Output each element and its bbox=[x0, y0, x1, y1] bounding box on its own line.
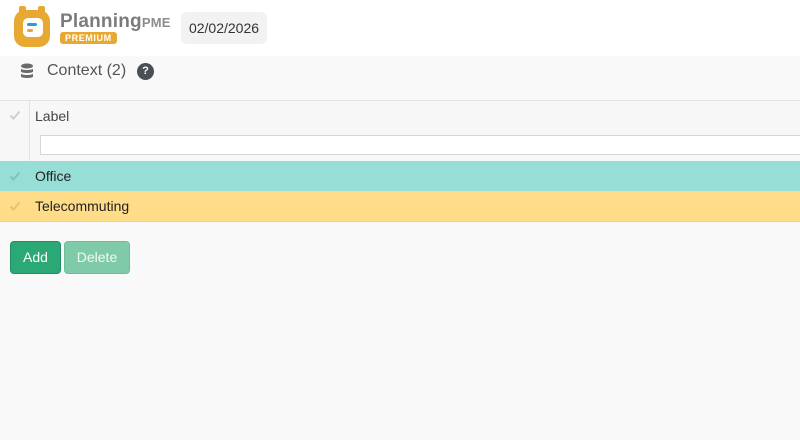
table-row[interactable]: Office bbox=[0, 161, 800, 191]
check-icon bbox=[9, 201, 21, 211]
grid-header: Label bbox=[0, 100, 800, 161]
context-header: Context (2) ? bbox=[0, 56, 800, 100]
row-select-cell[interactable] bbox=[0, 191, 29, 221]
row-label: Telecommuting bbox=[35, 198, 130, 214]
database-icon bbox=[21, 63, 33, 78]
table-row[interactable]: Telecommuting bbox=[0, 191, 800, 222]
row-label: Office bbox=[35, 168, 72, 184]
delete-button[interactable]: Delete bbox=[64, 241, 130, 274]
context-grid: Label Office Telecommuting bbox=[0, 100, 800, 222]
app-logo[interactable]: PlanningPME PREMIUM bbox=[12, 6, 172, 50]
check-icon bbox=[9, 110, 21, 120]
planningpme-logo-icon bbox=[14, 6, 50, 47]
current-date[interactable]: 02/02/2026 bbox=[181, 12, 267, 44]
help-icon[interactable]: ? bbox=[137, 63, 154, 80]
column-header-label[interactable]: Label bbox=[35, 108, 69, 124]
add-button[interactable]: Add bbox=[10, 241, 61, 274]
label-filter-input[interactable] bbox=[40, 135, 800, 155]
brand-name: PlanningPME bbox=[60, 11, 171, 32]
page-title: Context (2) bbox=[47, 62, 127, 79]
row-select-cell[interactable] bbox=[0, 161, 29, 191]
select-all-cell[interactable] bbox=[0, 101, 30, 161]
check-icon bbox=[9, 171, 21, 181]
app-header: PlanningPME PREMIUM 02/02/2026 bbox=[0, 0, 800, 56]
premium-badge: PREMIUM bbox=[60, 32, 117, 44]
